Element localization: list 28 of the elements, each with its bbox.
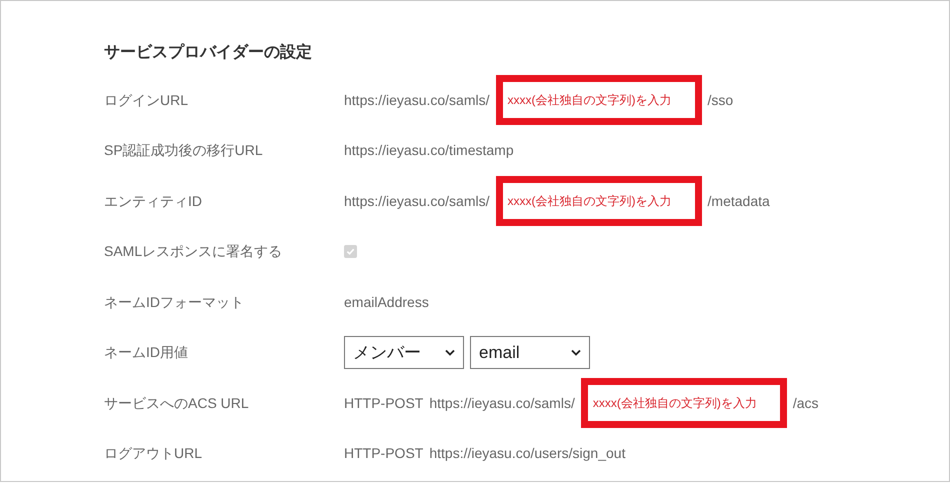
- value-text: https://ieyasu.co/samls/: [344, 90, 490, 110]
- value-text: /acs: [792, 394, 819, 413]
- field-label: SP認証成功後の移行URL: [104, 141, 264, 160]
- dropdown[interactable]: メンバー: [344, 336, 464, 370]
- value-text: https://ieyasu.co/samls/: [429, 394, 575, 413]
- annotation-box: xxxx(会社独自の文字列)を入力: [496, 176, 702, 226]
- value-text: HTTP-POST: [344, 444, 424, 464]
- value-text: emailAddress: [344, 292, 429, 312]
- dropdown[interactable]: email: [470, 336, 590, 370]
- value-text: https://ieyasu.co/samls/: [344, 192, 490, 211]
- value-text: /metadata: [708, 192, 770, 211]
- field-label: ネームID用値: [104, 343, 189, 362]
- field-label: SAMLレスポンスに署名する: [104, 242, 284, 262]
- annotation-box: xxxx(会社独自の文字列)を入力: [580, 378, 787, 428]
- chevron-down-icon: [445, 349, 455, 356]
- value-text: https://ieyasu.co/users/sign_out: [429, 444, 626, 464]
- checkmark-icon: [346, 247, 355, 256]
- value-text: https://ieyasu.co/timestamp: [344, 141, 514, 160]
- value-text: HTTP-POST: [344, 394, 424, 413]
- section-title: サービスプロバイダーの設定: [104, 42, 313, 63]
- field-label: サービスへのACS URL: [104, 394, 250, 413]
- field-label: ネームIDフォーマット: [104, 292, 245, 312]
- field-label: ログアウトURL: [104, 444, 204, 464]
- chevron-down-icon: [571, 349, 581, 356]
- field-label: ログインURL: [104, 90, 190, 110]
- value-text: /sso: [708, 90, 734, 110]
- field-label: エンティティID: [104, 192, 203, 211]
- annotation-box: xxxx(会社独自の文字列)を入力: [496, 75, 702, 126]
